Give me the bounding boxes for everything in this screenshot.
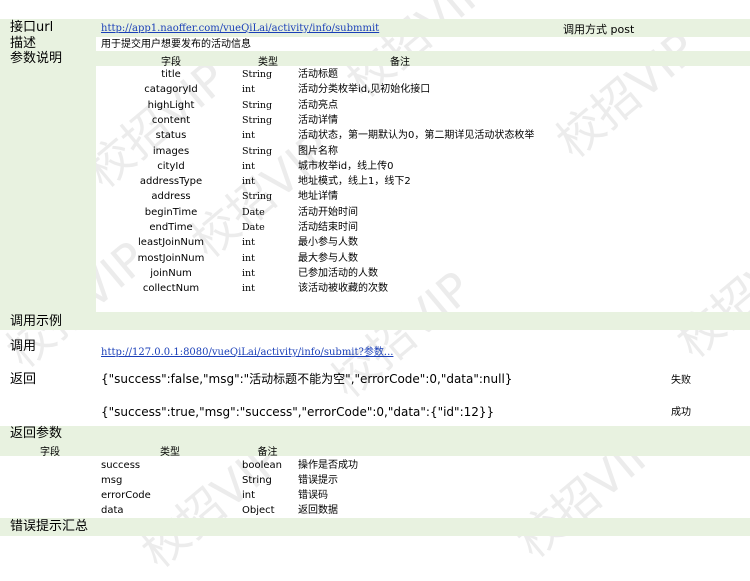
return-param-type: Object [242,505,275,516]
params-label-column [0,66,96,312]
param-type: String [242,99,273,111]
rp-header-note: 备注 [257,447,278,458]
example-section-label: 调用示例 [10,314,63,329]
example-band [0,312,750,330]
param-field: addressType [139,176,203,188]
param-field: highLight [147,99,195,111]
param-type: int [242,283,255,295]
param-type: int [242,237,255,249]
param-note: 最大参与人数 [298,252,358,264]
param-note: 活动标题 [298,69,338,80]
param-type: Date [242,222,265,233]
param-field: title [161,69,181,80]
return-param-type: int [242,490,256,501]
param-field: collectNum [142,283,200,295]
success-response-json: {"success":true,"msg":"success","errorCo… [101,405,495,419]
return-params-header-band [0,441,750,456]
param-field: images [152,145,190,157]
method-label: 调用方式 post [563,23,635,36]
return-param-note: 错误码 [298,490,328,501]
param-field: endTime [149,222,193,233]
param-note: 城市枚举id，线上传0 [298,160,394,172]
call-label: 调用 [10,339,37,354]
param-type: String [242,191,273,203]
success-label: 成功 [671,407,691,418]
col-header-note: 备注 [390,57,410,68]
params-label: 参数说明 [10,51,63,66]
return-param-note: 错误提示 [298,475,338,486]
param-type: int [242,176,255,188]
return-param-field: msg [101,475,123,486]
return-param-field: success [101,460,141,471]
param-note: 活动分类枚举id,见初始化接口 [298,84,431,96]
return-param-type: String [242,475,272,486]
param-type: int [242,130,255,142]
param-field: beginTime [144,206,198,218]
return-label: 返回 [10,372,37,387]
return-param-type: boolean [242,460,282,471]
param-note: 活动开始时间 [298,206,358,218]
param-note: 活动状态，第一期默认为0，第二期详见活动状态枚举 [298,130,535,142]
param-type: int [242,267,255,279]
param-note: 地址详情 [298,191,338,203]
return-param-note: 返回数据 [298,505,338,516]
param-field: joinNum [150,267,192,279]
col-header-type: 类型 [258,57,278,68]
watermark: 校招VIP [545,20,707,169]
return-param-field: errorCode [101,490,151,501]
return-param-note: 操作是否成功 [298,460,358,471]
param-field: content [151,114,191,126]
desc-text: 用于提交用户想要发布的活动信息 [101,39,251,50]
api-url-link[interactable]: http://app1.naoffer.com/vueQiLai/activit… [101,23,379,34]
param-note: 地址模式，线上1，线下2 [298,176,411,188]
param-note: 图片名称 [298,145,338,157]
param-note: 已参加活动的人数 [298,267,378,279]
param-type: String [242,145,273,157]
param-field: catagoryId [144,84,198,96]
return-param-field: data [101,505,124,516]
return-params-band [0,426,750,441]
param-type: int [242,252,255,264]
param-note: 最小参与人数 [298,237,358,249]
param-type: String [242,69,273,80]
param-field: leastJoinNum [138,237,204,249]
call-url-link[interactable]: http://127.0.0.1:8080/vueQiLai/activity/… [101,343,393,358]
param-type: String [242,114,273,126]
return-params-label: 返回参数 [10,426,63,441]
param-field: status [155,130,187,142]
param-type: int [242,160,255,172]
param-type: int [242,84,255,96]
param-note: 活动结束时间 [298,222,358,233]
rp-header-field: 字段 [40,447,60,458]
fail-response-json: {"success":false,"msg":"活动标题不能为空","error… [101,372,513,386]
param-field: cityId [157,160,185,172]
fail-label: 失败 [671,375,691,386]
param-note: 活动亮点 [298,99,338,111]
url-label: 接口url [10,20,54,35]
watermark: 校招VIP [665,220,750,369]
col-header-field: 字段 [161,57,181,68]
param-field: address [151,191,191,203]
param-field: mostJoinNum [137,252,205,264]
errors-band [0,518,750,536]
param-note: 活动详情 [298,114,338,126]
desc-label: 描述 [10,36,37,51]
param-type: Date [242,206,265,218]
rp-header-type: 类型 [160,447,180,458]
param-note: 该活动被收藏的次数 [298,283,388,295]
errors-label: 错误提示汇总 [10,519,89,534]
